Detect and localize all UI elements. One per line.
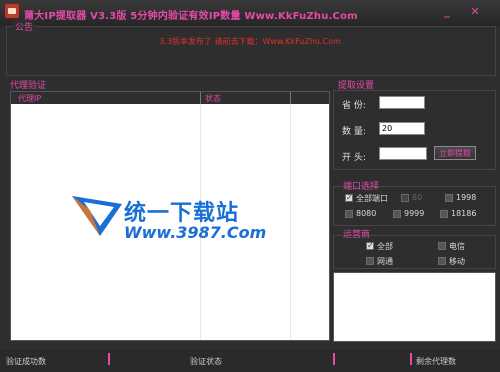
port-9999-checkbox[interactable] xyxy=(393,210,401,218)
port-all-checkbox[interactable] xyxy=(345,193,353,202)
count-input[interactable]: 20 xyxy=(379,122,425,135)
port-18186-checkbox[interactable] xyxy=(440,210,448,218)
port-8080-label: 8080 xyxy=(356,209,377,218)
status-remaining: 剩余代理数 xyxy=(416,357,456,366)
status-divider xyxy=(108,353,110,365)
app-icon xyxy=(5,4,19,18)
isp-telecom-label: 电信 xyxy=(449,242,465,251)
port-all-label: 全部端口 xyxy=(356,194,388,203)
table-header xyxy=(11,92,329,104)
status-verify-state: 验证状态 xyxy=(190,357,222,366)
log-output-area[interactable] xyxy=(333,272,496,342)
port-8080-checkbox[interactable] xyxy=(345,210,353,218)
triangle-logo-icon xyxy=(72,196,122,236)
notice-text: 3.3版本发布了 请前去下载：Www.KkFuZhu.Com xyxy=(159,37,341,46)
port-1998-label: 1998 xyxy=(456,193,477,202)
prefix-label: 开 头: xyxy=(342,153,366,163)
status-divider xyxy=(410,353,412,365)
isp-mobile-checkbox[interactable] xyxy=(438,257,446,265)
port-18186-label: 18186 xyxy=(451,209,477,218)
isp-telecom-checkbox[interactable] xyxy=(438,242,446,250)
isp-select-label: 运营商 xyxy=(343,230,371,240)
isp-select-box xyxy=(333,235,496,269)
province-input[interactable] xyxy=(379,96,425,109)
close-button[interactable]: ✕ xyxy=(468,6,482,18)
watermark-url: Www.3987.Com xyxy=(124,223,267,242)
fetch-settings-label: 提取设置 xyxy=(338,81,375,91)
column-header-proxy-ip[interactable]: 代理IP xyxy=(18,93,41,104)
isp-all-label: 全部 xyxy=(377,242,393,251)
prefix-input[interactable] xyxy=(379,147,427,160)
province-label: 省 份: xyxy=(342,101,366,111)
column-divider[interactable] xyxy=(290,92,291,104)
notice-box xyxy=(6,26,496,76)
proxy-verify-label: 代理验证 xyxy=(10,81,47,91)
column-divider[interactable] xyxy=(200,92,201,104)
port-select-label: 端口选择 xyxy=(343,182,380,192)
column-gridline xyxy=(290,104,291,340)
minimize-button[interactable]: _ xyxy=(440,6,454,18)
port-1998-checkbox[interactable] xyxy=(445,194,453,202)
port-80-checkbox[interactable] xyxy=(401,194,409,202)
column-header-status[interactable]: 状态 xyxy=(205,93,221,104)
isp-mobile-label: 移动 xyxy=(449,257,465,266)
isp-netcom-label: 网通 xyxy=(377,257,393,266)
notice-label: 公告 xyxy=(13,20,36,33)
status-success-count: 验证成功数 xyxy=(6,357,46,366)
window-title: 莆大IP提取器 V3.3版 5分钟内验证有效IP数量 Www.KkFuZhu.C… xyxy=(24,11,358,22)
isp-all-checkbox[interactable] xyxy=(366,241,374,250)
port-9999-label: 9999 xyxy=(404,209,425,218)
port-select-box xyxy=(333,186,496,226)
status-divider xyxy=(333,353,335,365)
count-label: 数 量: xyxy=(342,127,366,137)
fetch-now-button[interactable]: 立即提取 xyxy=(434,146,476,160)
port-80-label: 80 xyxy=(412,193,423,202)
isp-netcom-checkbox[interactable] xyxy=(366,257,374,265)
